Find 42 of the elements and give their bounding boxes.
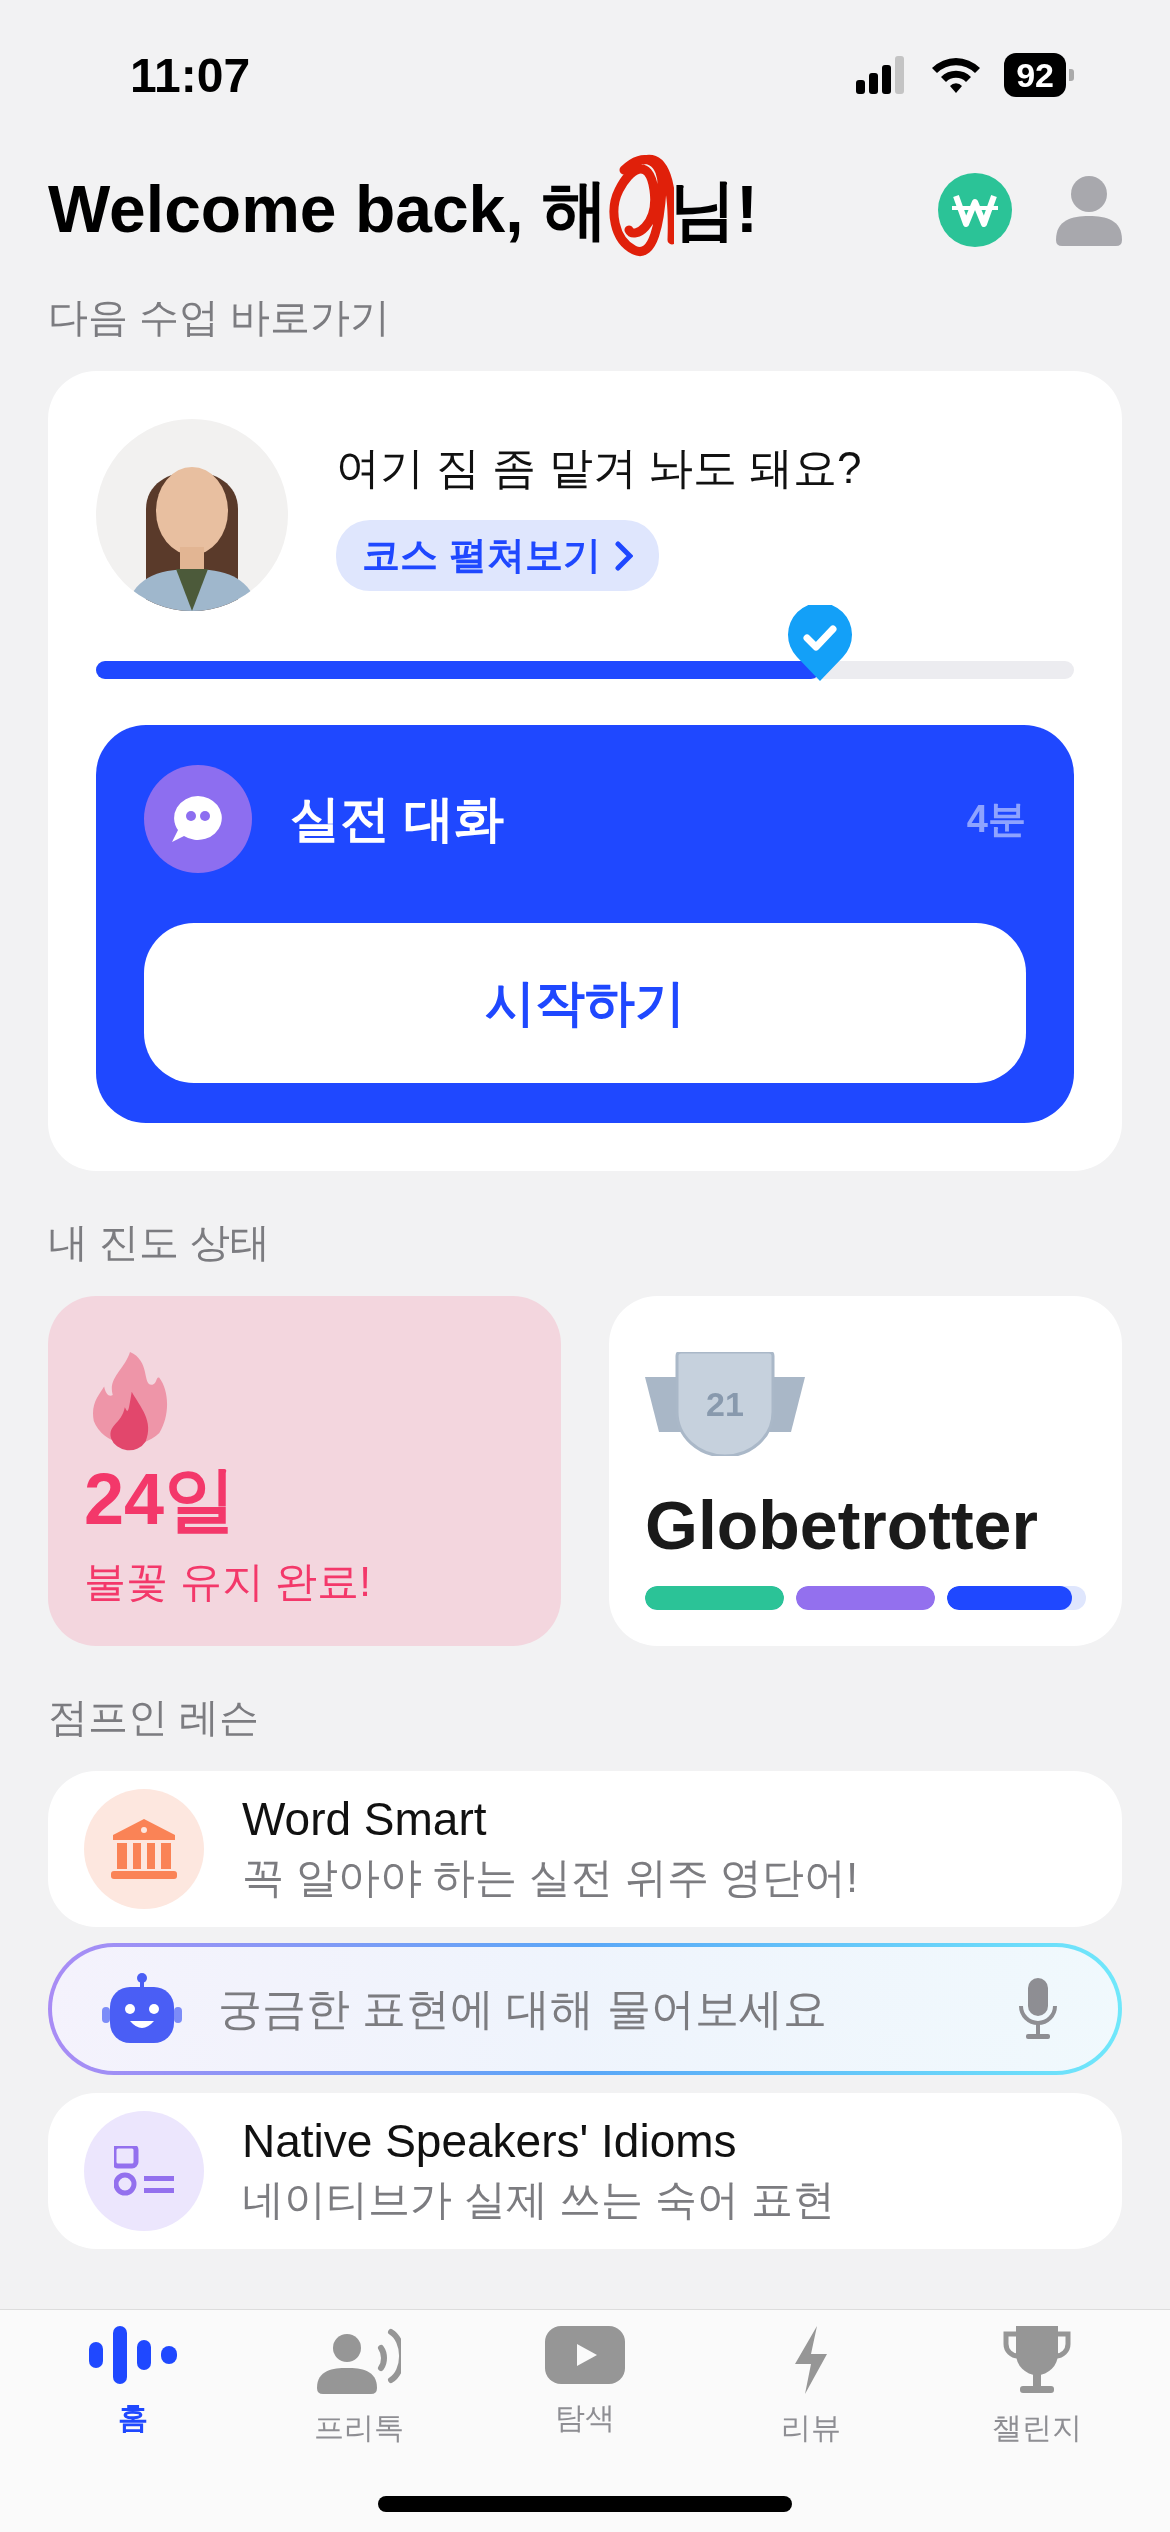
speaking-person-icon	[317, 2326, 401, 2394]
tab-item[interactable]: 홈	[43, 2326, 223, 2449]
streak-days: 24일	[84, 1452, 525, 1548]
clock-time: 11:07	[130, 47, 251, 103]
welcome-title: Welcome back, 해	[48, 171, 608, 248]
chevron-icon	[614, 540, 633, 571]
building-icon	[111, 1819, 177, 1879]
section-label: 다음 수업 바로가기	[48, 294, 392, 341]
lesson-question: 여기 짐 좀 맡겨 놔도 돼요?	[336, 442, 862, 494]
badge-card[interactable]: 21 Globetrotter	[609, 1296, 1122, 1646]
lesson-title: Native Speakers' Idioms	[242, 2114, 738, 2168]
welcome-title-end: 님!	[670, 171, 758, 248]
activity-title: 실전 대화	[290, 789, 505, 849]
section-label: 점프인 레슨	[48, 1694, 261, 1741]
profile-icon[interactable]	[1056, 174, 1122, 246]
tab-item[interactable]: 프리톡	[269, 2326, 449, 2449]
section-label: 내 진도 상태	[48, 1219, 272, 1266]
activity-duration: 4분	[966, 796, 1026, 842]
badge-number: 21	[706, 1385, 744, 1423]
streak-card[interactable]: 24일 불꽃 유지 완료!	[48, 1296, 561, 1646]
lesson-card[interactable]: Word Smart 꼭 알아야 하는 실전 위주 영단어!	[48, 1771, 1122, 1927]
lesson-title: Word Smart	[242, 1792, 488, 1846]
list-icon	[114, 2146, 174, 2196]
ask-input[interactable]: 궁금한 표현에 대해 물어보세요	[216, 1983, 984, 2035]
course-link[interactable]: 코스 펼쳐보기	[336, 520, 659, 591]
wifi-icon	[930, 56, 983, 94]
play-icon	[545, 2326, 625, 2384]
trophy-icon	[1002, 2326, 1072, 2394]
streak-message: 불꽃 유지 완료!	[84, 1557, 372, 1607]
tab-item[interactable]: 챌린지	[947, 2326, 1127, 2449]
tab-item[interactable]: 탐색	[495, 2326, 675, 2449]
microphone-icon[interactable]	[1018, 1978, 1058, 2040]
tab-item[interactable]: 리뷰	[721, 2326, 901, 2449]
lesson-card[interactable]: Native Speakers' Idioms 네이티브가 실제 쓰는 숙어 표현	[48, 2093, 1122, 2249]
start-button[interactable]: 시작하기	[144, 923, 1026, 1083]
lesson-subtitle: 네이티브가 실제 쓰는 숙어 표현	[242, 2175, 835, 2225]
waveform-icon	[89, 2326, 177, 2384]
lightning-icon	[793, 2326, 829, 2394]
lesson-subtitle: 꼭 알아야 하는 실전 위주 영단어!	[242, 1853, 858, 1903]
robot-icon	[102, 1973, 182, 2045]
badge-title: Globetrotter	[645, 1486, 1039, 1564]
check-pin-icon	[786, 605, 853, 681]
